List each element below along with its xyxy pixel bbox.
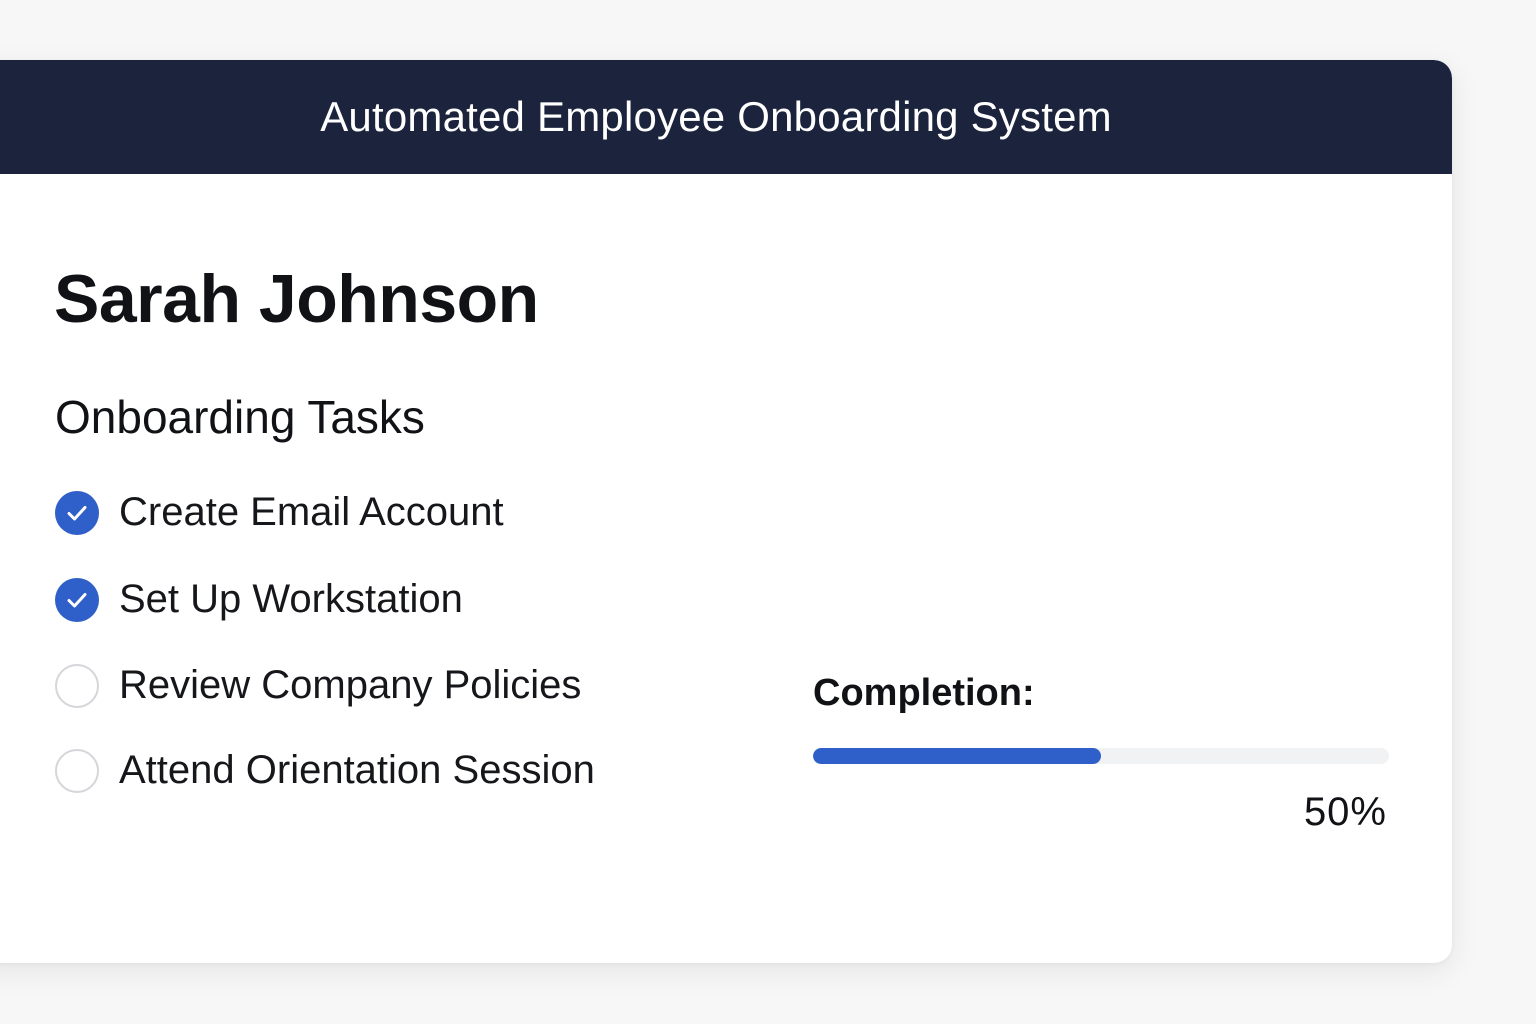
check-circle-icon[interactable] — [55, 490, 99, 535]
onboarding-card: Automated Employee Onboarding System Sar… — [0, 60, 1452, 963]
app-header: Automated Employee Onboarding System — [0, 60, 1452, 174]
app-title: Automated Employee Onboarding System — [320, 93, 1112, 140]
task-label: Create Email Account — [119, 490, 504, 534]
check-circle-icon[interactable] — [55, 577, 99, 622]
employee-name: Sarah Johnson — [54, 261, 539, 337]
empty-circle-icon[interactable] — [55, 663, 99, 708]
task-item-attend-orientation-session[interactable]: Attend Orientation Session — [55, 748, 595, 793]
completion-progress-fill — [813, 748, 1101, 764]
tasks-heading: Onboarding Tasks — [55, 391, 425, 443]
completion-percent: 50% — [1303, 790, 1387, 834]
task-item-set-up-workstation[interactable]: Set Up Workstation — [55, 577, 463, 622]
completion-label: Completion: — [813, 672, 1035, 714]
task-item-create-email-account[interactable]: Create Email Account — [55, 490, 504, 535]
task-label: Review Company Policies — [119, 663, 582, 707]
task-label: Set Up Workstation — [119, 577, 463, 621]
task-label: Attend Orientation Session — [119, 748, 595, 792]
empty-circle-icon[interactable] — [55, 748, 99, 793]
completion-progress-bar — [813, 748, 1389, 764]
task-item-review-company-policies[interactable]: Review Company Policies — [55, 663, 581, 708]
